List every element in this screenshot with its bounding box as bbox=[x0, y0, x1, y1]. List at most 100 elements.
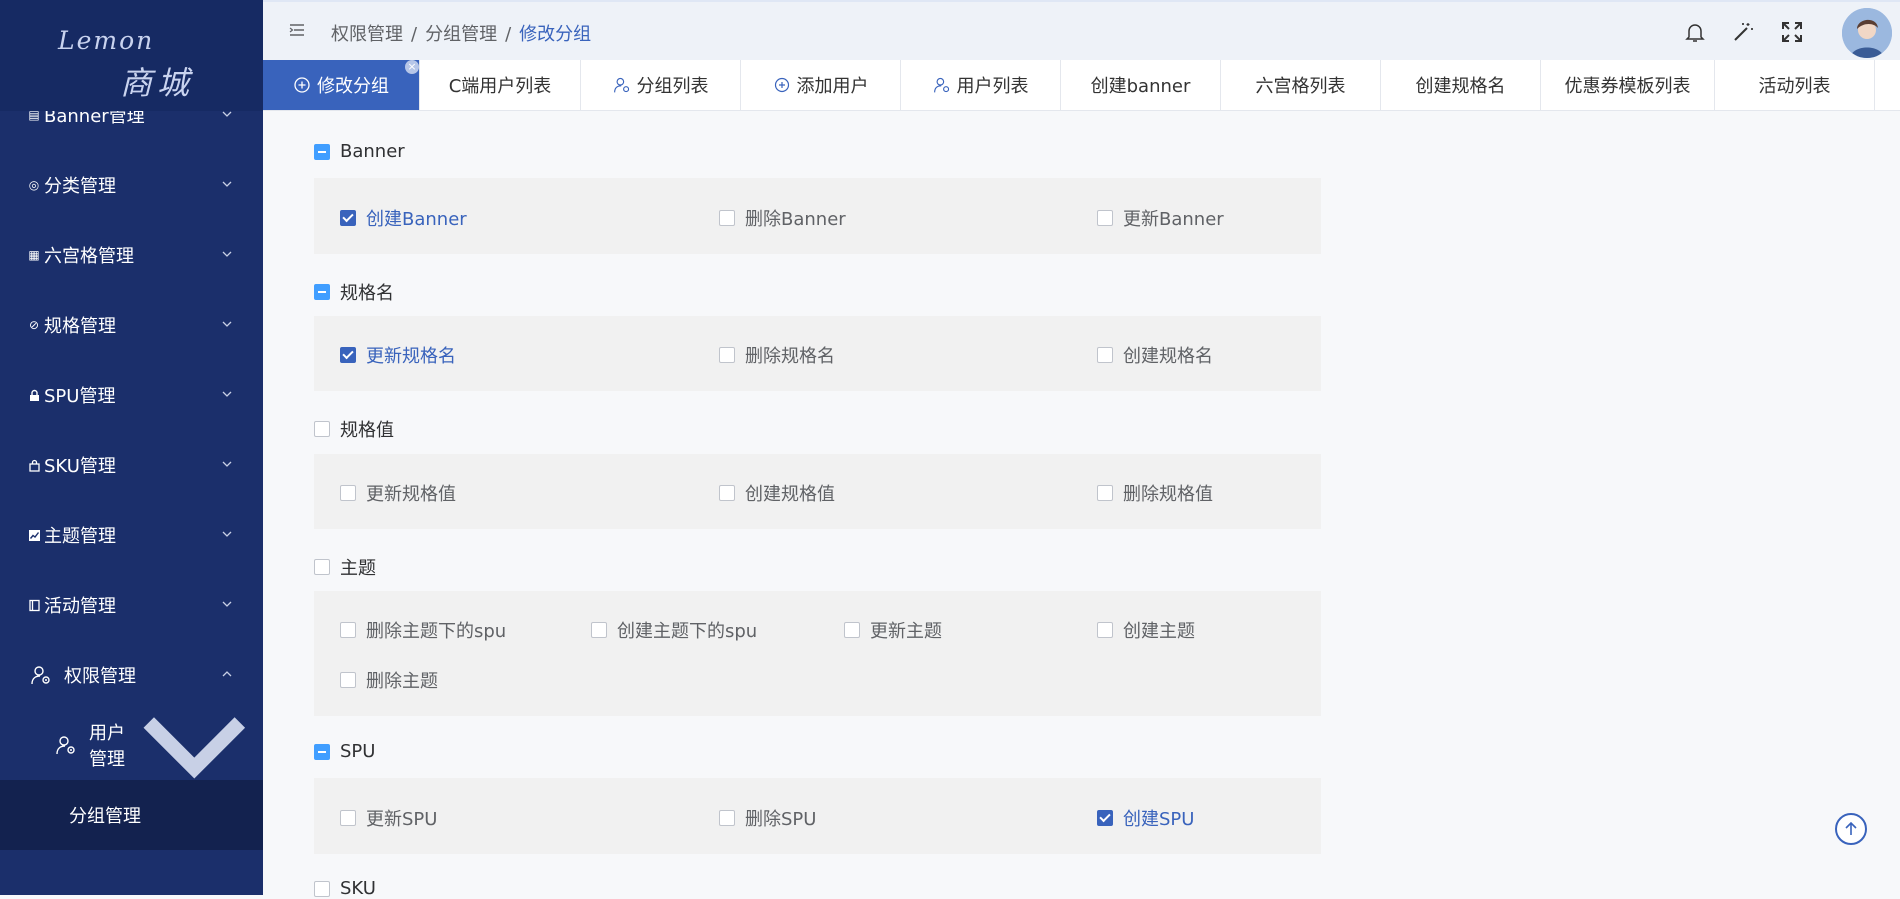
permission-checkbox[interactable]: 创建Banner bbox=[340, 205, 467, 231]
magic-wand-icon[interactable] bbox=[1731, 20, 1755, 44]
checkbox[interactable] bbox=[719, 210, 735, 226]
permission-checkbox[interactable]: 更新SPU bbox=[340, 805, 437, 831]
sidebar-item-grid[interactable]: ▦ 六宫格管理 bbox=[0, 220, 263, 290]
sidebar-item-spu[interactable]: SPU管理 bbox=[0, 360, 263, 430]
permission-label: 创建Banner bbox=[366, 209, 467, 230]
sidebar-item-sku[interactable]: SKU管理 bbox=[0, 430, 263, 500]
permission-checkbox[interactable]: 更新Banner bbox=[1097, 205, 1224, 231]
permission-checkbox[interactable]: 删除主题 bbox=[340, 667, 438, 693]
checkbox[interactable] bbox=[1097, 622, 1113, 638]
checkbox[interactable] bbox=[1097, 210, 1113, 226]
permission-label: 删除规格值 bbox=[1123, 484, 1213, 505]
sidebar-item-label: SKU管理 bbox=[44, 456, 116, 477]
checkbox[interactable] bbox=[314, 421, 330, 437]
sidebar-item-label: 规格管理 bbox=[44, 316, 116, 337]
tab-label: 用户列表 bbox=[956, 76, 1029, 97]
checkbox[interactable] bbox=[719, 347, 735, 363]
checkbox[interactable] bbox=[314, 284, 330, 300]
tab-label: 优惠券模板列表 bbox=[1564, 76, 1691, 97]
checkbox[interactable] bbox=[591, 622, 607, 638]
group-title: 规格名 bbox=[340, 283, 394, 304]
checkbox[interactable] bbox=[1097, 485, 1113, 501]
checkbox[interactable] bbox=[1097, 810, 1113, 826]
tab-group-list[interactable]: 分组列表 bbox=[581, 60, 741, 110]
checkbox[interactable] bbox=[314, 880, 330, 897]
tab-c-user-list[interactable]: C端用户列表 bbox=[420, 60, 581, 110]
group-checkbox-sku[interactable]: SKU bbox=[314, 878, 376, 899]
checkbox[interactable] bbox=[314, 559, 330, 575]
sidebar-item-activity[interactable]: 活动管理 bbox=[0, 570, 263, 640]
permission-checkbox[interactable]: 删除SPU bbox=[719, 805, 816, 831]
group-checkbox-spec-name[interactable]: 规格名 bbox=[314, 279, 394, 305]
permission-checkbox[interactable]: 更新规格名 bbox=[340, 342, 456, 368]
sidebar-item-theme[interactable]: 主题管理 bbox=[0, 500, 263, 570]
tab-grid-list[interactable]: 六宫格列表 bbox=[1221, 60, 1381, 110]
plus-circle-icon bbox=[294, 77, 310, 93]
checkbox[interactable] bbox=[340, 485, 356, 501]
permission-checkbox[interactable]: 更新主题 bbox=[844, 617, 942, 643]
tab-edit-group[interactable]: 修改分组 × bbox=[263, 60, 420, 110]
permission-checkbox[interactable]: 更新规格值 bbox=[340, 480, 456, 506]
checkbox[interactable] bbox=[844, 622, 860, 638]
permission-label: 删除SPU bbox=[745, 809, 817, 830]
tab-add-user[interactable]: 添加用户 bbox=[741, 60, 901, 110]
checkbox[interactable] bbox=[340, 672, 356, 688]
tab-label: 活动列表 bbox=[1758, 76, 1831, 97]
checkbox[interactable] bbox=[1097, 347, 1113, 363]
activity-icon bbox=[27, 598, 41, 612]
avatar[interactable] bbox=[1842, 8, 1892, 58]
permission-checkbox[interactable]: 创建主题 bbox=[1097, 617, 1195, 643]
chevron-down-icon bbox=[222, 391, 232, 397]
tab-create-banner[interactable]: 创建banner bbox=[1061, 60, 1221, 110]
user-gear-icon bbox=[30, 664, 52, 686]
breadcrumb-item[interactable]: 分组管理 bbox=[425, 24, 497, 45]
tab-user-list[interactable]: 用户列表 bbox=[901, 60, 1061, 110]
breadcrumb-item[interactable]: 权限管理 bbox=[331, 24, 403, 45]
checkbox[interactable] bbox=[340, 347, 356, 363]
chevron-down-icon bbox=[222, 601, 232, 607]
checkbox[interactable] bbox=[314, 143, 330, 160]
permission-label: 删除主题下的spu bbox=[366, 621, 507, 642]
tab-label: 添加用户 bbox=[796, 76, 869, 97]
grid-icon: ▦ bbox=[28, 248, 40, 262]
close-icon[interactable]: × bbox=[405, 60, 419, 74]
sidebar-item-user-management[interactable]: 用户管理 bbox=[0, 710, 263, 780]
permission-label: 更新主题 bbox=[870, 621, 942, 642]
group-checkbox-spu[interactable]: SPU bbox=[314, 741, 375, 762]
sidebar-item-label: 主题管理 bbox=[44, 526, 116, 547]
back-to-top-button[interactable] bbox=[1835, 813, 1867, 845]
permission-checkbox[interactable]: 删除主题下的spu bbox=[340, 617, 506, 643]
group-title: 主题 bbox=[340, 558, 376, 579]
menu-toggle-icon[interactable] bbox=[289, 22, 305, 38]
breadcrumb-separator: / bbox=[505, 24, 512, 45]
permission-groups: Banner 创建Banner 删除Banner 更新Banner 规格名 更新… bbox=[263, 111, 1900, 899]
checkbox[interactable] bbox=[340, 622, 356, 638]
permission-checkbox[interactable]: 删除规格名 bbox=[719, 342, 835, 368]
tab-activity-list[interactable]: 活动列表 bbox=[1715, 60, 1875, 110]
fullscreen-icon[interactable] bbox=[1780, 20, 1804, 44]
permission-checkbox[interactable]: 删除规格值 bbox=[1097, 480, 1213, 506]
bell-icon[interactable] bbox=[1683, 20, 1707, 44]
permission-label: 删除Banner bbox=[745, 209, 846, 230]
sidebar-item-spec[interactable]: ⊘ 规格管理 bbox=[0, 290, 263, 360]
sidebar-item-group-management[interactable]: 分组管理 bbox=[0, 780, 263, 850]
group-title: SKU bbox=[340, 878, 376, 899]
checkbox[interactable] bbox=[340, 810, 356, 826]
permission-checkbox[interactable]: 创建主题下的spu bbox=[591, 617, 757, 643]
group-checkbox-banner[interactable]: Banner bbox=[314, 141, 405, 162]
permission-checkbox[interactable]: 创建规格值 bbox=[719, 480, 835, 506]
checkbox[interactable] bbox=[340, 210, 356, 226]
tab-coupon-template-list[interactable]: 优惠券模板列表 bbox=[1541, 60, 1715, 110]
permission-checkbox[interactable]: 创建SPU bbox=[1097, 805, 1194, 831]
user-gear-icon bbox=[55, 734, 77, 756]
tab-create-spec-name[interactable]: 创建规格名 bbox=[1381, 60, 1541, 110]
checkbox[interactable] bbox=[719, 810, 735, 826]
permission-checkbox[interactable]: 删除Banner bbox=[719, 205, 846, 231]
permission-checkbox[interactable]: 创建规格名 bbox=[1097, 342, 1213, 368]
sidebar-item-label: 权限管理 bbox=[64, 666, 136, 687]
checkbox[interactable] bbox=[314, 743, 330, 760]
checkbox[interactable] bbox=[719, 485, 735, 501]
group-checkbox-theme[interactable]: 主题 bbox=[314, 554, 376, 580]
sidebar-item-category[interactable]: ◎ 分类管理 bbox=[0, 150, 263, 220]
group-checkbox-spec-value[interactable]: 规格值 bbox=[314, 416, 394, 442]
